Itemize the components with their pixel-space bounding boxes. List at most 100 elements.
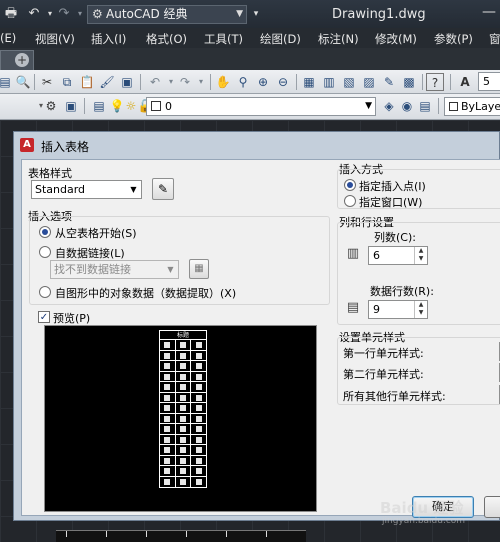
layer-previous-icon[interactable]: ◉ [398,97,416,115]
spinner-arrows-icon[interactable]: ▲ ▼ [414,301,427,318]
second-row-style-label: 第二行单元样式: [343,368,424,381]
preview-cell [176,340,192,350]
cancel-button[interactable] [484,496,500,518]
print-icon[interactable]: 🖶 [3,6,19,22]
zoom-previous-icon[interactable]: ⊖ [274,73,292,91]
menu-tools[interactable]: 工具(T) [204,31,243,47]
datalink-value: 找不到数据链接 [54,263,131,276]
layers-toolbar: ▾ ⚙ ▣ ▤ 💡 ☼ 🔓 0 ▼ ◈ ◉ ▤ ByLayer [0,94,500,120]
toolbar-divider [438,98,439,114]
menu-window[interactable]: 窗 [489,31,500,47]
make-current-layer-icon[interactable]: ◈ [380,97,398,115]
menu-bar: (E) 视图(V) 插入(I) 格式(O) 工具(T) 绘图(D) 标注(N) … [0,28,500,48]
dialog-title-bar[interactable]: A 插入表格 [14,132,500,159]
layer-state-icon[interactable]: ▤ [416,97,434,115]
gear-icon[interactable]: ⚙ [42,97,60,115]
chevron-down-icon: ▼ [167,265,174,274]
properties-icon[interactable]: ▦ [300,73,318,91]
table-style-dialog-button[interactable]: ✎ [152,178,174,200]
preview-data-row [160,424,206,435]
menu-view[interactable]: 视图(V) [35,31,75,47]
rows-value: 9 [373,303,380,316]
title-bar: 🖶 ↶ ▾ ↷ ▾ ⚙ AutoCAD 经典 ▼ ▾ Drawing1.dwg — [0,0,500,28]
specify-window-label: 指定窗口(W) [359,196,423,209]
gear-icon: ⚙ [92,7,103,21]
plot-preview-icon[interactable]: 🔍 [14,73,32,91]
customize-dropdown-icon[interactable]: ▾ [248,6,264,22]
menu-edit[interactable]: (E) [0,31,16,45]
table-style-label: 表格样式 [28,167,72,180]
menu-format[interactable]: 格式(O) [146,31,187,47]
preview-data-row [160,413,206,424]
menu-modify[interactable]: 修改(M) [375,31,417,47]
preview-data-row [160,455,206,466]
preview-data-row [160,392,206,403]
color-bylayer-combo[interactable]: ByLayer [444,97,500,116]
zoom-realtime-icon[interactable]: ⚲ [234,73,252,91]
ruler-tick [226,531,227,537]
columns-icon: ▥ [346,246,360,261]
specify-window-radio[interactable] [344,195,356,207]
zoom-window-icon[interactable]: ⊕ [254,73,272,91]
autocad-app-icon: A [20,138,34,152]
menu-parameters[interactable]: 参数(P) [434,31,473,47]
help-icon[interactable]: ? [426,73,444,91]
match-properties-icon[interactable]: 🖌 [98,73,116,91]
tool-palettes-icon[interactable]: ▧ [340,73,358,91]
sheet-set-icon[interactable]: ▨ [360,73,378,91]
preview-table-title: 标题 [160,331,206,340]
datalink-manager-button[interactable]: ▦ [189,259,209,279]
table-style-select[interactable]: Standard ▼ [31,180,142,199]
preview-label: 预览(P) [53,312,91,325]
baidu-watermark-url: jingyan.baidu.com [382,516,466,526]
calculator-icon[interactable]: ▩ [400,73,418,91]
document-title: Drawing1.dwg [332,7,426,22]
workspace-combo[interactable]: ⚙ AutoCAD 经典 ▼ [87,5,247,24]
columns-label: 列数(C): [374,231,416,244]
workspace-icon[interactable]: ▣ [62,97,80,115]
from-datalink-radio[interactable] [39,246,51,258]
spinner-arrows-icon[interactable]: ▲ ▼ [414,247,427,264]
object-data-radio[interactable] [39,286,51,298]
start-empty-label: 从空表格开始(S) [55,227,137,240]
preview-data-row [160,466,206,477]
workspace-label: AutoCAD 经典 [106,7,188,21]
menu-insert[interactable]: 插入(I) [91,31,126,47]
undo-icon[interactable]: ↶ [26,6,42,22]
copy-icon[interactable]: ⧉ [58,73,76,91]
new-tab-button[interactable]: + [0,50,34,70]
rows-spinner[interactable]: 9 ▲ ▼ [368,300,428,319]
text-style-combo[interactable]: 5 [478,72,500,91]
dialog-body: 表格样式 Standard ▼ ✎ 插入选项 从空表格开始(S) 自数据链接(L… [21,159,500,518]
design-center-icon[interactable]: ▥ [320,73,338,91]
ruler-tick [66,531,67,537]
toolbar-divider [422,74,423,90]
layer-color-swatch [151,101,161,111]
specify-point-radio[interactable] [344,179,356,191]
redo-icon[interactable]: ↷ [56,6,72,22]
markup-icon[interactable]: ✎ [380,73,398,91]
preview-data-row [160,445,206,456]
start-empty-radio[interactable] [39,226,51,238]
ruler-tick [146,531,147,537]
layer-properties-icon[interactable]: ▤ [90,97,108,115]
paste-icon[interactable]: 📋 [78,73,96,91]
redo-dropdown-icon[interactable]: ▾ [192,73,210,91]
minimize-icon[interactable]: — [478,2,500,24]
datalink-select[interactable]: 找不到数据链接 ▼ [50,260,179,279]
print-icon[interactable]: ▤ [0,73,14,91]
columns-spinner[interactable]: 6 ▲ ▼ [368,246,428,265]
redo-dropdown-icon[interactable]: ▾ [72,6,88,22]
layer-combo[interactable]: 0 ▼ [146,97,376,116]
chevron-down-icon: ▼ [236,9,243,19]
preview-header-row [160,340,206,351]
text-style-icon[interactable]: A [456,73,474,91]
block-editor-icon[interactable]: ▣ [118,73,136,91]
cut-icon[interactable]: ✂ [38,73,56,91]
standard-toolbar: ▤ 🔍 ✂ ⧉ 📋 🖌 ▣ ↶ ▾ ↷ ▾ ✋ ⚲ ⊕ ⊖ ▦ ▥ ▧ ▨ ✎ … [0,70,500,94]
menu-draw[interactable]: 绘图(D) [260,31,301,47]
preview-checkbox[interactable]: ✓ [38,311,50,323]
pan-icon[interactable]: ✋ [214,73,232,91]
rows-icon: ▤ [346,300,360,315]
menu-dimension[interactable]: 标注(N) [318,31,359,47]
